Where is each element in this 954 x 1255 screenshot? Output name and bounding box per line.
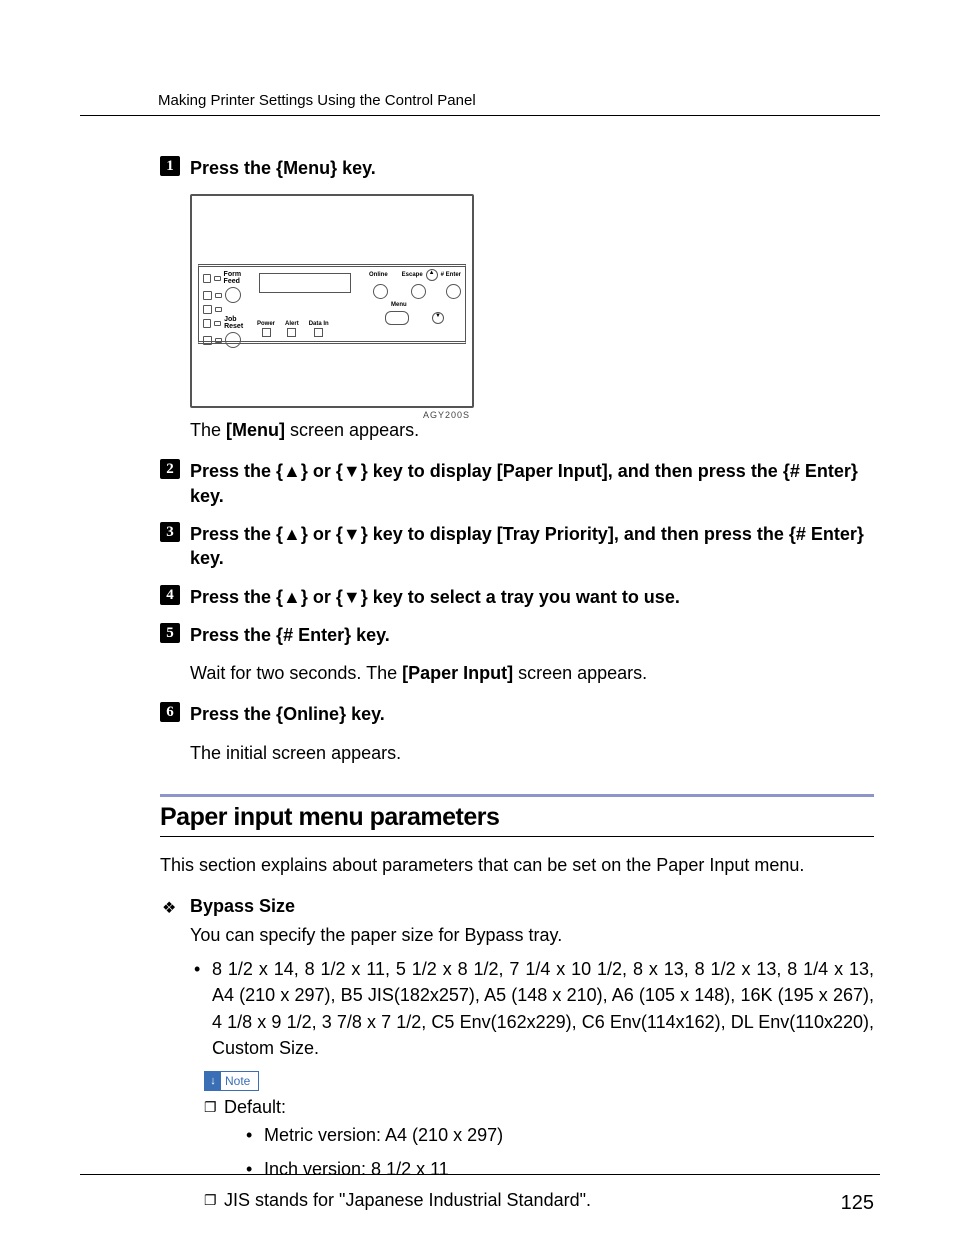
bypass-desc: You can specify the paper size for Bypas… bbox=[190, 923, 874, 948]
down-key[interactable] bbox=[432, 312, 444, 324]
jis-note: JIS stands for "Japanese Industrial Stan… bbox=[204, 1190, 874, 1211]
step-badge-6: 6 bbox=[160, 702, 180, 722]
form-feed-button[interactable] bbox=[225, 287, 241, 303]
s2-key2: # Enter bbox=[790, 461, 851, 481]
diamond-icon: ❖ bbox=[162, 898, 176, 918]
s6-key: Online bbox=[283, 704, 339, 724]
note-badge: ↓ Note bbox=[204, 1071, 259, 1091]
note-text: Note bbox=[221, 1074, 258, 1088]
label-escape: Escape bbox=[402, 272, 423, 278]
page-number: 125 bbox=[841, 1192, 874, 1215]
default-inch: Inch version: 8 1/2 x 11 bbox=[242, 1156, 874, 1182]
menu-button[interactable] bbox=[385, 311, 409, 325]
step-2: 2 Press the {▲} or {▼} key to display [P… bbox=[160, 459, 874, 508]
s3-then: , and then press the bbox=[614, 524, 789, 544]
s3-or: or bbox=[308, 524, 336, 544]
label-alert: Alert bbox=[285, 321, 299, 337]
s4-post: key to select a tray you want to use. bbox=[368, 587, 680, 607]
label-online: Online bbox=[369, 272, 388, 278]
lcd-display bbox=[259, 273, 351, 293]
s3-key2: # Enter bbox=[796, 524, 857, 544]
bypass-sizes: 8 1/2 x 14, 8 1/2 x 11, 5 1/2 x 8 1/2, 7… bbox=[190, 956, 874, 1060]
step1-after: The [Menu] screen appears. bbox=[190, 418, 874, 443]
step-badge-3: 3 bbox=[160, 522, 180, 542]
section-rule-top bbox=[160, 794, 874, 797]
section-intro: This section explains about parameters t… bbox=[160, 853, 874, 878]
s2-target: [Paper Input] bbox=[497, 461, 608, 481]
default-label: Default: bbox=[204, 1097, 874, 1118]
escape-button[interactable] bbox=[411, 284, 426, 299]
step-6: 6 Press the {Online} key. bbox=[160, 702, 874, 726]
s4-or: or bbox=[308, 587, 336, 607]
step1-text-post: key. bbox=[337, 158, 376, 178]
step-5: 5 Press the {# Enter} key. bbox=[160, 623, 874, 647]
step-1: 1 Press the {Menu} key. bbox=[160, 156, 874, 180]
s6-post: key. bbox=[346, 704, 385, 724]
running-header: Making Printer Settings Using the Contro… bbox=[158, 92, 874, 109]
label-form-feed: Form Feed bbox=[224, 271, 255, 285]
step-badge-4: 4 bbox=[160, 585, 180, 605]
label-menu: Menu bbox=[391, 302, 407, 308]
step-badge-2: 2 bbox=[160, 459, 180, 479]
s2-post: key. bbox=[190, 486, 224, 506]
header-rule bbox=[80, 115, 880, 116]
step-badge-5: 5 bbox=[160, 623, 180, 643]
step6-after: The initial screen appears. bbox=[190, 741, 874, 766]
s5-post: key. bbox=[351, 625, 390, 645]
label-data-in: Data In bbox=[309, 321, 329, 337]
page: Making Printer Settings Using the Contro… bbox=[0, 0, 954, 1255]
menu-key: Menu bbox=[283, 158, 330, 178]
s2-or: or bbox=[308, 461, 336, 481]
s5-key: # Enter bbox=[283, 625, 344, 645]
s5-pre: Press the bbox=[190, 625, 276, 645]
up-key[interactable] bbox=[426, 269, 438, 281]
s3-pre: Press the bbox=[190, 524, 276, 544]
bypass-title: Bypass Size bbox=[190, 896, 295, 916]
bypass-heading: ❖ Bypass Size bbox=[160, 896, 874, 917]
step-4: 4 Press the {▲} or {▼} key to select a t… bbox=[160, 585, 874, 609]
section-title: Paper input menu parameters bbox=[160, 803, 874, 832]
step-badge-1: 1 bbox=[160, 156, 180, 176]
label-job-reset: Job Reset bbox=[224, 316, 255, 330]
step-3: 3 Press the {▲} or {▼} key to display [T… bbox=[160, 522, 874, 571]
label-power: Power bbox=[257, 321, 275, 337]
s6-pre: Press the bbox=[190, 704, 276, 724]
down-arrow-icon: ↓ bbox=[205, 1072, 221, 1090]
default-metric: Metric version: A4 (210 x 297) bbox=[242, 1122, 874, 1148]
section-rule-bottom bbox=[160, 836, 874, 837]
footer-rule bbox=[80, 1174, 880, 1175]
label-enter: # Enter bbox=[441, 272, 461, 278]
job-reset-button[interactable] bbox=[225, 332, 241, 348]
online-button[interactable] bbox=[373, 284, 388, 299]
s2-then: , and then press the bbox=[608, 461, 783, 481]
figure-tag: AGY200S bbox=[423, 410, 470, 420]
s2-mid: key to display bbox=[368, 461, 497, 481]
s3-mid: key to display bbox=[368, 524, 497, 544]
s4-pre: Press the bbox=[190, 587, 276, 607]
step5-after: Wait for two seconds. The [Paper Input] … bbox=[190, 661, 874, 686]
control-panel-figure: Form Feed Job Reset Power Alert Data In … bbox=[190, 194, 874, 408]
step1-text-pre: Press the bbox=[190, 158, 276, 178]
enter-button[interactable] bbox=[446, 284, 461, 299]
s3-post: key. bbox=[190, 548, 224, 568]
s3-target: [Tray Priority] bbox=[497, 524, 614, 544]
s2-pre: Press the bbox=[190, 461, 276, 481]
